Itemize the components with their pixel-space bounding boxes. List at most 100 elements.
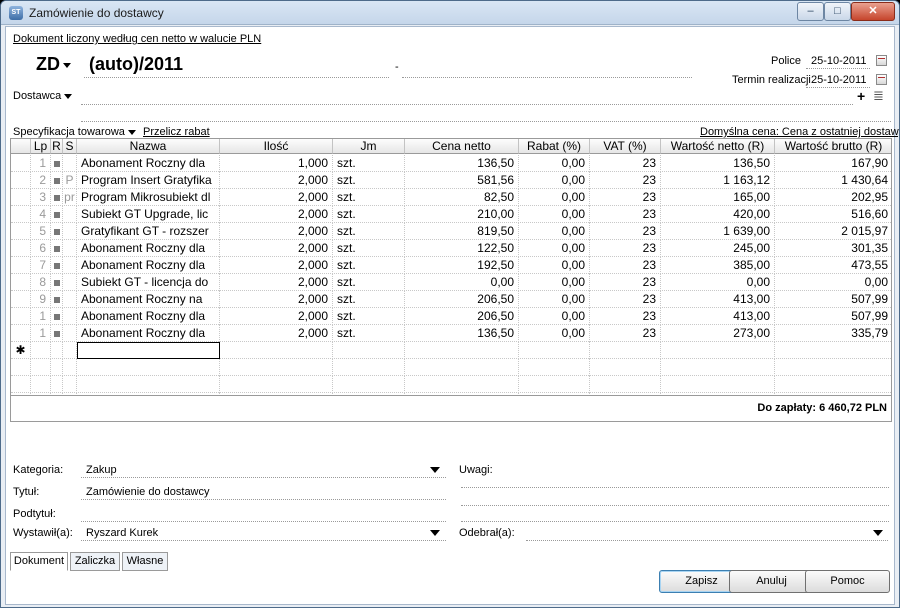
cell-price[interactable]: 192,50 bbox=[405, 257, 519, 274]
cell-qty[interactable]: 2,000 bbox=[220, 257, 333, 274]
cell-net-value[interactable]: 245,00 bbox=[661, 240, 775, 257]
cell-gross-value[interactable] bbox=[775, 376, 891, 393]
cell-vat[interactable]: 23 bbox=[590, 172, 661, 189]
cell-discount[interactable] bbox=[519, 342, 590, 359]
calendar-icon[interactable] bbox=[876, 55, 887, 66]
cell-gross-value[interactable]: 1 430,64 bbox=[775, 172, 891, 189]
chevron-down-icon[interactable] bbox=[430, 467, 440, 473]
table-row[interactable]: ✱ bbox=[11, 342, 891, 359]
cell-net-value[interactable]: 1 639,00 bbox=[661, 223, 775, 240]
cell-vat[interactable]: 23 bbox=[590, 189, 661, 206]
items-table[interactable]: Lp R S Nazwa Ilość Jm Cena netto Rabat (… bbox=[10, 138, 892, 422]
list-icon[interactable]: ≣ bbox=[873, 88, 884, 104]
cell-s[interactable] bbox=[63, 240, 77, 257]
cell-name[interactable]: Abonament Roczny dla bbox=[77, 308, 220, 325]
table-row[interactable]: 1 Abonament Roczny dla 1,000 szt. 136,50 0,00… bbox=[11, 155, 891, 172]
chevron-down-icon[interactable] bbox=[430, 530, 440, 536]
cell-jm[interactable]: szt. bbox=[333, 172, 405, 189]
column-header-nazwa[interactable]: Nazwa bbox=[77, 139, 220, 154]
table-row[interactable]: 9 Abonament Roczny na 2,000 szt. 206,50 0,00 2… bbox=[11, 291, 891, 308]
cell-r[interactable] bbox=[51, 274, 63, 291]
table-row[interactable]: 4 Subiekt GT Upgrade, lic 2,000 szt. 210,00 0… bbox=[11, 206, 891, 223]
cell-r[interactable] bbox=[51, 359, 63, 376]
cell-price[interactable]: 122,50 bbox=[405, 240, 519, 257]
cell-price[interactable]: 136,50 bbox=[405, 325, 519, 342]
cell-r[interactable] bbox=[51, 206, 63, 223]
cell-r[interactable] bbox=[51, 223, 63, 240]
cell-lp[interactable]: 3 bbox=[31, 189, 51, 206]
cell-vat[interactable]: 23 bbox=[590, 206, 661, 223]
cell-lp[interactable]: 6 bbox=[31, 240, 51, 257]
title-bar[interactable]: ST Zamówienie do dostawcy – □ ✕ bbox=[1, 1, 899, 25]
close-button[interactable]: ✕ bbox=[851, 2, 895, 21]
cell-discount[interactable]: 0,00 bbox=[519, 240, 590, 257]
cell-net-value[interactable]: 136,50 bbox=[661, 155, 775, 172]
table-row[interactable]: 5 Gratyfikant GT - rozszer 2,000 szt. 819,50… bbox=[11, 223, 891, 240]
cell-s[interactable] bbox=[63, 155, 77, 172]
price-note-link[interactable]: Dokument liczony według cen netto w walu… bbox=[13, 33, 261, 45]
cell-name[interactable]: Abonament Roczny dla bbox=[77, 257, 220, 274]
cell-qty[interactable] bbox=[220, 376, 333, 393]
cell-s[interactable] bbox=[63, 274, 77, 291]
add-supplier-icon[interactable]: + bbox=[857, 88, 865, 104]
cell-s[interactable] bbox=[63, 291, 77, 308]
doc-number[interactable]: (auto)/2011 bbox=[89, 54, 183, 75]
cell-r[interactable] bbox=[51, 189, 63, 206]
column-header[interactable] bbox=[11, 139, 31, 154]
cell-net-value[interactable] bbox=[661, 359, 775, 376]
cell-lp[interactable]: 7 bbox=[31, 257, 51, 274]
cell-net-value[interactable]: 413,00 bbox=[661, 308, 775, 325]
cell-gross-value[interactable] bbox=[775, 359, 891, 376]
cell-s[interactable] bbox=[63, 325, 77, 342]
cell-qty[interactable]: 2,000 bbox=[220, 223, 333, 240]
cell-lp[interactable] bbox=[31, 359, 51, 376]
cell-jm[interactable]: szt. bbox=[333, 206, 405, 223]
cell-qty[interactable]: 2,000 bbox=[220, 189, 333, 206]
cell-lp[interactable]: 1 bbox=[31, 308, 51, 325]
table-row[interactable]: 6 Abonament Roczny dla 2,000 szt. 122,50 0,00… bbox=[11, 240, 891, 257]
cell-discount[interactable]: 0,00 bbox=[519, 172, 590, 189]
cell-gross-value[interactable]: 473,55 bbox=[775, 257, 891, 274]
notes-field[interactable] bbox=[461, 487, 889, 488]
cell-net-value[interactable]: 0,00 bbox=[661, 274, 775, 291]
cell-price[interactable]: 206,50 bbox=[405, 308, 519, 325]
doc-type-dropdown[interactable]: ZD bbox=[36, 54, 71, 75]
cell-net-value[interactable]: 385,00 bbox=[661, 257, 775, 274]
cell-gross-value[interactable]: 0,00 bbox=[775, 274, 891, 291]
cell-s[interactable]: P bbox=[63, 172, 77, 189]
column-header-cena-netto[interactable]: Cena netto bbox=[405, 139, 519, 154]
row-header[interactable] bbox=[11, 223, 31, 240]
cell-jm[interactable]: szt. bbox=[333, 274, 405, 291]
row-header[interactable] bbox=[11, 155, 31, 172]
cell-discount[interactable]: 0,00 bbox=[519, 291, 590, 308]
recalc-discount-link[interactable]: Przelicz rabat bbox=[143, 126, 210, 138]
cell-name[interactable]: Abonament Roczny dla bbox=[77, 155, 220, 172]
cell-qty[interactable]: 2,000 bbox=[220, 291, 333, 308]
cell-vat[interactable] bbox=[590, 359, 661, 376]
cell-jm[interactable]: szt. bbox=[333, 325, 405, 342]
column-header-rabat[interactable]: Rabat (%) bbox=[519, 139, 590, 154]
table-row[interactable]: 3 pr Program Mikrosubiekt dl 2,000 szt. 82,50… bbox=[11, 189, 891, 206]
cell-s[interactable] bbox=[63, 206, 77, 223]
cell-lp[interactable] bbox=[31, 376, 51, 393]
category-value[interactable]: Zakup bbox=[86, 464, 117, 476]
cell-qty[interactable]: 2,000 bbox=[220, 172, 333, 189]
tab-zaliczka[interactable]: Zaliczka bbox=[70, 552, 120, 571]
row-header[interactable] bbox=[11, 240, 31, 257]
cell-r[interactable] bbox=[51, 291, 63, 308]
cell-gross-value[interactable]: 301,35 bbox=[775, 240, 891, 257]
cell-vat[interactable]: 23 bbox=[590, 274, 661, 291]
column-header-jm[interactable]: Jm bbox=[333, 139, 405, 154]
termin-value[interactable]: 25-10-2011 bbox=[811, 74, 866, 86]
cell-discount[interactable]: 0,00 bbox=[519, 308, 590, 325]
spec-dropdown[interactable]: Specyfikacja towarowa bbox=[13, 126, 136, 138]
table-row[interactable]: 8 Subiekt GT - licencja do 2,000 szt. 0,00 0,… bbox=[11, 274, 891, 291]
cell-gross-value[interactable] bbox=[775, 342, 891, 359]
cell-name[interactable]: Abonament Roczny na bbox=[77, 291, 220, 308]
cell-name[interactable]: Program Insert Gratyfika bbox=[77, 172, 220, 189]
cell-jm[interactable]: szt. bbox=[333, 291, 405, 308]
table-row[interactable]: 7 Abonament Roczny dla 2,000 szt. 192,50 0,00… bbox=[11, 257, 891, 274]
cell-price[interactable]: 581,56 bbox=[405, 172, 519, 189]
tab-wlasne[interactable]: Własne bbox=[122, 552, 168, 571]
cell-jm[interactable]: szt. bbox=[333, 308, 405, 325]
